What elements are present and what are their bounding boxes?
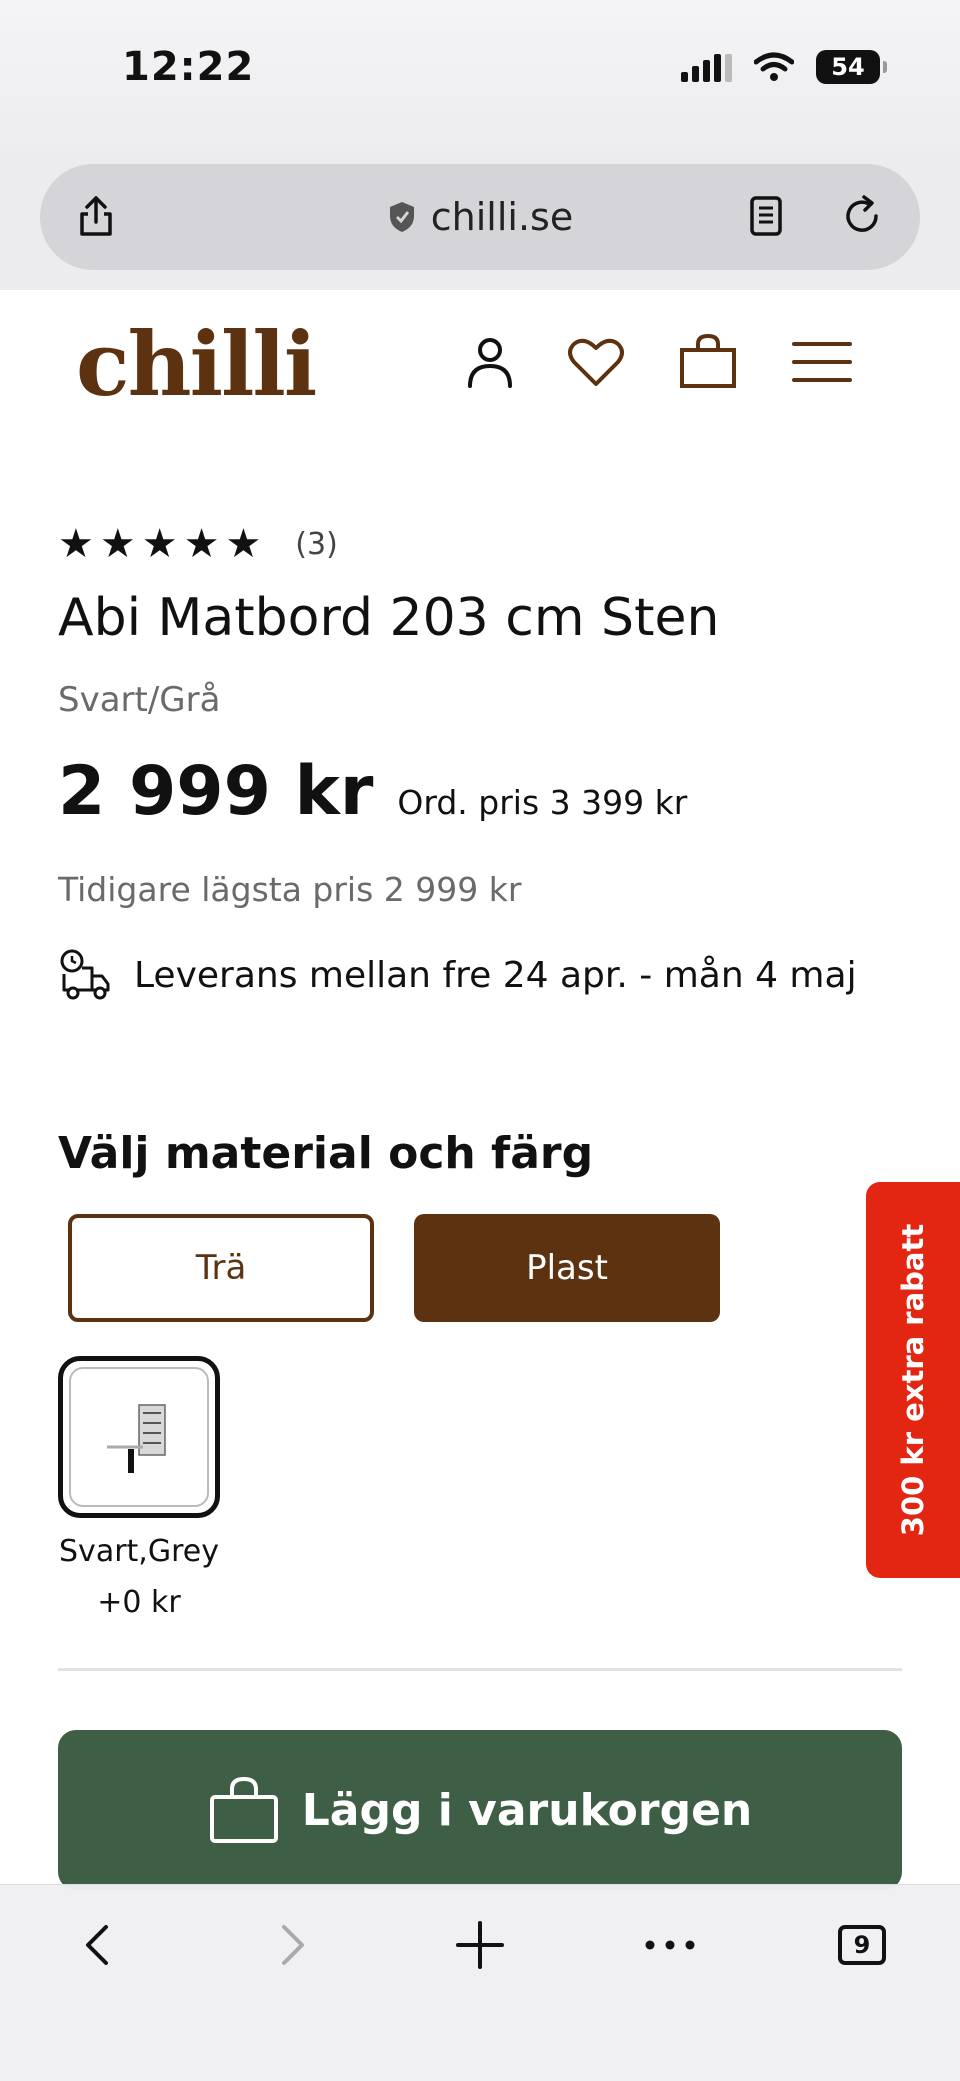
reload-icon[interactable] [838,192,886,240]
browser-address-area: chilli.se [0,150,960,290]
status-time: 12:22 [122,44,255,90]
chilli-logo[interactable]: chilli [76,312,317,416]
browser-toolbar: 9 [0,1884,960,2081]
menu-icon[interactable] [790,330,854,394]
swatch-frame [69,1367,209,1507]
product-rating[interactable]: ★ ★ ★ ★ ★ (3) [58,524,338,564]
add-to-cart-button[interactable]: Lägg i varukorgen [58,1730,902,1890]
tabs-button[interactable]: 9 [832,1915,892,1975]
add-to-cart-label: Lägg i varukorgen [301,1784,753,1836]
battery-indicator: 54 [816,50,887,84]
new-tab-icon [456,1921,504,1969]
price-row: 2 999 kr Ord. pris 3 399 kr [58,752,687,831]
delivery-text: Leverans mellan fre 24 apr. - mån 4 maj [134,954,857,996]
status-icons: 54 [681,50,887,84]
promo-side-tab-label: 300 kr extra rabatt [896,1223,930,1537]
url-text: chilli.se [430,195,574,239]
star-icon: ★ [183,521,220,567]
star-icon: ★ [141,521,178,567]
back-icon [86,1925,108,1965]
product-variant: Svart/Grå [58,680,221,720]
material-option-tra[interactable]: Trä [68,1214,374,1322]
bag-icon [209,1776,278,1843]
lowest-price-note: Tidigare lägsta pris 2 999 kr [58,870,522,909]
star-icon: ★ [225,521,262,567]
swatch-price: +0 kr [97,1585,181,1620]
more-button[interactable] [640,1915,700,1975]
current-price: 2 999 kr [58,752,374,831]
back-button[interactable] [68,1915,128,1975]
delivery-info: Leverans mellan fre 24 apr. - mån 4 maj [58,948,857,1002]
product-title: Abi Matbord 203 cm Sten [58,588,720,648]
rating-count: (3) [295,526,338,562]
reader-icon[interactable] [742,192,790,240]
promo-side-tab[interactable]: 300 kr extra rabatt [866,1182,960,1578]
account-icon[interactable] [458,330,522,394]
address-bar[interactable]: chilli.se [40,164,920,270]
divider [58,1668,902,1671]
product-thumbnail [107,1404,166,1473]
ordinary-price: Ord. pris 3 399 kr [397,783,688,822]
tabs-icon: 9 [838,1925,886,1965]
heart-icon[interactable] [564,330,628,394]
forward-icon [282,1925,304,1965]
share-icon[interactable] [72,192,120,240]
star-icon: ★ [99,521,136,567]
material-heading: Välj material och färg [58,1128,594,1179]
material-option-plast[interactable]: Plast [414,1214,720,1322]
delivery-truck-icon [60,949,110,1000]
forward-button[interactable] [262,1915,322,1975]
star-icon: ★ [58,521,94,567]
more-icon [645,1940,695,1950]
status-bar: 12:22 54 [0,0,960,150]
shield-icon [389,202,414,232]
site-header: chilli [0,290,960,440]
color-swatch[interactable] [58,1356,220,1518]
wifi-icon [754,52,794,81]
swatch-name: Svart,Grey [59,1534,219,1569]
new-tab-button[interactable] [450,1915,510,1975]
bag-icon[interactable] [676,330,740,394]
signal-icon [681,52,732,82]
